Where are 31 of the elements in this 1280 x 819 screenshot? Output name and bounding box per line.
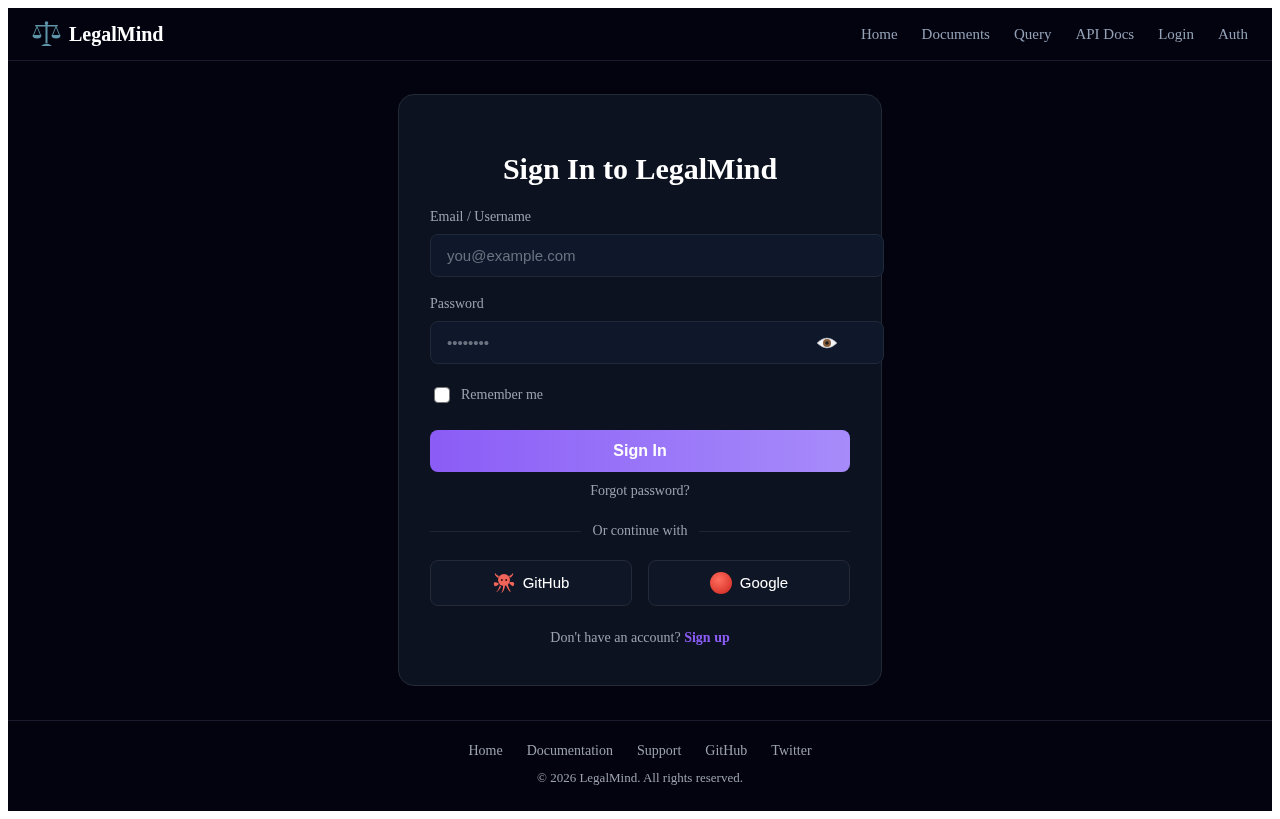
footer-link[interactable]: Home (468, 741, 503, 761)
nav-link[interactable]: API Docs (1075, 22, 1135, 46)
email-field[interactable]: you@example.com (430, 234, 884, 277)
footer-link[interactable]: Support (636, 741, 682, 761)
footer-link[interactable]: Twitter (771, 741, 812, 761)
octopus-icon (492, 572, 515, 594)
nav-link[interactable]: Query (1013, 22, 1052, 46)
show-password-button[interactable] (816, 335, 838, 350)
divider-text: Or continue with (592, 522, 688, 540)
forgot-password-link[interactable]: Forgot password? (590, 481, 690, 501)
signup-prompt: Don't have an account? Sign up (550, 629, 730, 647)
field-label: Password (430, 295, 485, 313)
footer-link[interactable]: Documentation (526, 741, 613, 761)
social-login-button[interactable]: Google (648, 560, 850, 606)
footer-link[interactable]: GitHub (705, 741, 748, 761)
brand-name: LegalMind (69, 22, 164, 48)
nav-link[interactable]: Documents (921, 22, 990, 46)
nav-link[interactable]: Login (1158, 22, 1194, 46)
form-title: Sign In to LegalMind (501, 151, 779, 187)
remember-label: Remember me (461, 386, 544, 404)
nav-link[interactable]: Auth (1218, 22, 1248, 46)
nav-link[interactable]: Home (860, 22, 898, 46)
copyright-text: © 2026 LegalMind. All rights reserved. (537, 769, 743, 787)
scales-icon (32, 20, 61, 48)
checkbox[interactable] (434, 387, 450, 403)
sign-up-link[interactable]: Sign up (684, 630, 730, 645)
circle-icon (709, 572, 732, 594)
field-label: Email / Username (430, 208, 533, 226)
eye-icon (816, 335, 838, 350)
password-field[interactable]: •••••••• (430, 321, 884, 364)
social-login-button[interactable]: GitHub (430, 560, 632, 606)
